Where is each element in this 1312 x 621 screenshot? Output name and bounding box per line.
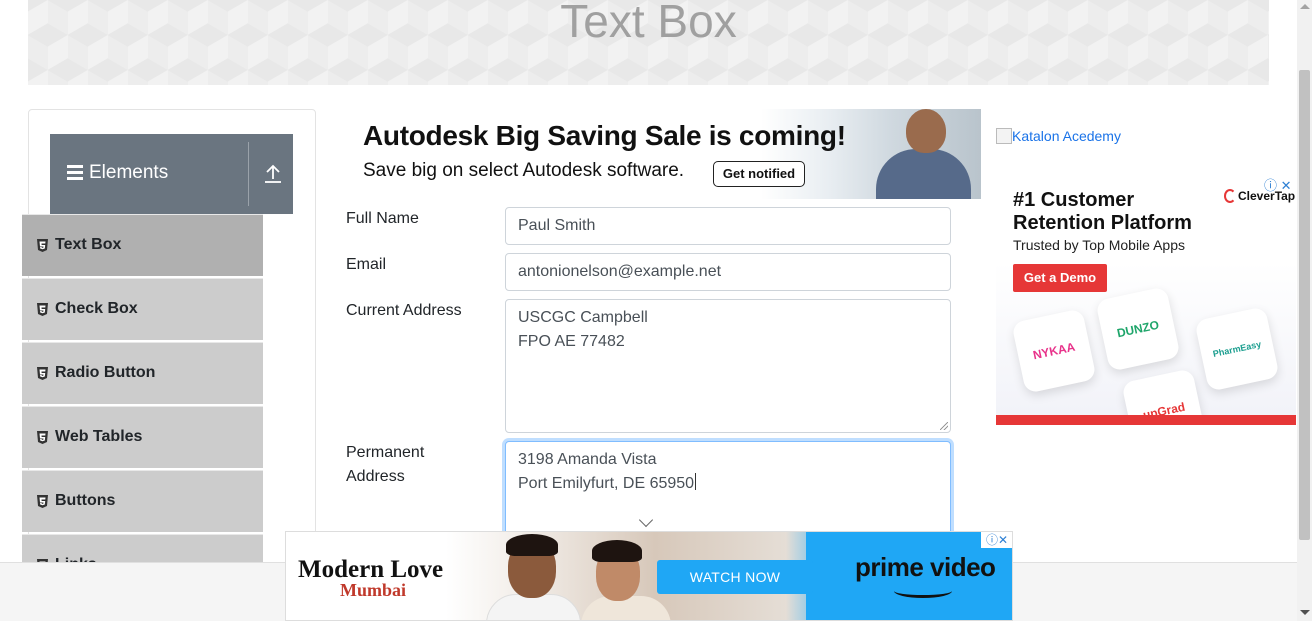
show-subtitle: Mumbai	[340, 580, 407, 600]
ad-person-2-hair	[592, 540, 642, 562]
sidebar-item-label: Text Box	[55, 236, 122, 253]
textarea-line: 3198 Amanda Vista	[518, 451, 657, 468]
header-banner: Text Box	[28, 0, 1269, 85]
sidebar-item-radio-button[interactable]: Radio Button	[22, 342, 263, 404]
upload-icon	[265, 164, 281, 183]
prime-video-ad[interactable]: Modern Love Mumbai WATCH NOW prime video…	[285, 531, 1013, 621]
textarea-line: FPO AE 77482	[518, 333, 625, 350]
resize-handle-icon[interactable]	[940, 422, 948, 430]
clevertap-ad[interactable]: #1 Customer Retention Platform Trusted b…	[996, 175, 1296, 425]
sidebar-item-label: Buttons	[55, 492, 116, 509]
full-name-label: Full Name	[346, 210, 419, 227]
ad-choices-icon[interactable]: ⓘ✕	[981, 532, 1012, 548]
ad-person-1-shirt	[486, 594, 581, 620]
scroll-up-arrow-icon[interactable]	[1300, 4, 1310, 9]
watch-now-button[interactable]: WATCH NOW	[657, 560, 813, 594]
current-address-label: Current Address	[346, 302, 462, 319]
textarea-line: Port Emilyfurt, DE 65950	[518, 472, 938, 496]
html5-icon	[37, 303, 48, 316]
full-name-input[interactable]: Paul Smith	[505, 207, 951, 245]
html5-icon	[37, 431, 48, 444]
label-line: Permanent	[346, 444, 425, 461]
katalon-alt-text: Katalon Acedemy	[1012, 128, 1121, 144]
ad-headline: #1 Customer Retention Platform	[1013, 189, 1192, 234]
page: Text Box Elements Text Box Check Box Rad…	[0, 0, 1312, 621]
elements-group-title: Elements	[89, 162, 169, 183]
scrollbar-thumb[interactable]	[1299, 70, 1310, 540]
app-tile: NYKAA	[1011, 308, 1097, 394]
sidebar-item-buttons[interactable]: Buttons	[22, 470, 263, 532]
ad-close-icon[interactable]: ⓘ ✕	[1264, 175, 1292, 194]
sidebar-item-check-box[interactable]: Check Box	[22, 278, 263, 340]
menu-icon	[67, 165, 83, 180]
text-caret	[695, 473, 697, 490]
right-ad-column: Katalon Acedemy #1 Customer Retention Pl…	[981, 109, 1296, 439]
scroll-down-arrow-icon[interactable]	[1300, 610, 1310, 615]
textarea-text: Port Emilyfurt, DE 65950	[518, 475, 695, 492]
get-notified-button[interactable]: Get notified	[713, 161, 805, 187]
page-title: Text Box	[560, 0, 737, 47]
textarea-line: USCGC Campbell	[518, 309, 648, 326]
ad-subtitle: Trusted by Top Mobile Apps	[1013, 237, 1185, 253]
broken-image-icon	[996, 128, 1012, 144]
email-input[interactable]: antonionelson@example.net	[505, 253, 951, 291]
ad-person-head	[906, 109, 946, 153]
autodesk-ad[interactable]: Autodesk Big Saving Sale is coming! Save…	[346, 109, 981, 199]
email-label: Email	[346, 256, 387, 273]
clevertap-logo-icon	[1224, 189, 1236, 203]
app-tile: PharmEasy	[1194, 306, 1280, 392]
prime-video-logo: prime video	[855, 552, 996, 582]
header-divider	[248, 142, 249, 206]
elements-group-header[interactable]: Elements	[50, 134, 293, 214]
ad-person-1-hair	[506, 534, 558, 556]
ad-accent-bar	[996, 415, 1296, 425]
sidebar-item-label: Web Tables	[55, 428, 143, 445]
get-a-demo-button[interactable]: Get a Demo	[1013, 264, 1107, 292]
sidebar-item-text-box[interactable]: Text Box	[22, 214, 263, 276]
sidebar-item-label: Radio Button	[55, 364, 156, 381]
katalon-ad-link[interactable]: Katalon Acedemy	[996, 128, 1121, 144]
app-tile: DUNZO	[1095, 286, 1181, 372]
ad-subtitle: Save big on select Autodesk software.	[363, 160, 685, 181]
html5-icon	[37, 495, 48, 508]
label-line: Address	[346, 468, 405, 485]
prime-smile-icon	[894, 584, 952, 598]
permanent-address-label: Permanent Address	[346, 441, 424, 489]
sidebar-item-web-tables[interactable]: Web Tables	[22, 406, 263, 468]
html5-icon	[37, 239, 48, 252]
sidebar-item-label: Check Box	[55, 300, 138, 317]
current-address-textarea[interactable]: USCGC Campbell FPO AE 77482	[505, 299, 951, 433]
ad-headline: Autodesk Big Saving Sale is coming!	[363, 120, 846, 151]
html5-icon	[37, 367, 48, 380]
